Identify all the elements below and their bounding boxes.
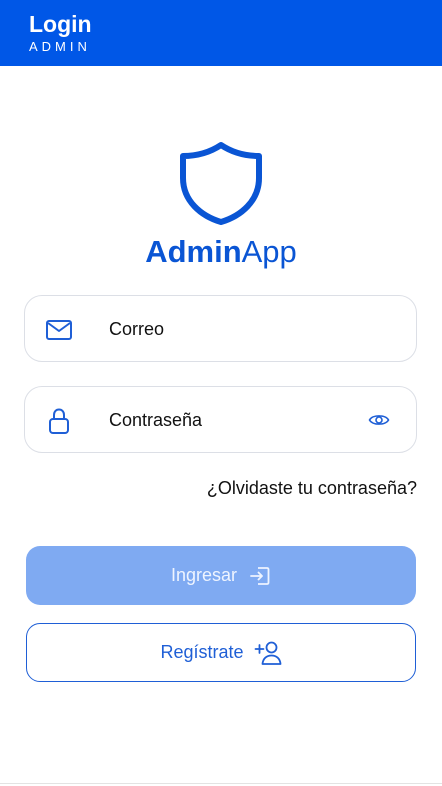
shield-icon (180, 142, 262, 225)
login-screen: Login ADMIN AdminApp ¿Olvidaste tu contr… (0, 0, 442, 786)
bottom-divider (0, 783, 442, 784)
app-header: Login ADMIN (0, 0, 442, 66)
forgot-password-link[interactable]: ¿Olvidaste tu contraseña? (207, 477, 417, 499)
brand-title: AdminApp (0, 233, 442, 271)
header-subtitle: ADMIN (29, 39, 91, 54)
register-button[interactable]: Regístrate (26, 623, 416, 682)
lock-icon (49, 408, 69, 434)
add-user-icon (254, 641, 281, 665)
login-button[interactable]: Ingresar (26, 546, 416, 605)
password-input[interactable] (109, 401, 349, 439)
eye-icon[interactable] (368, 411, 390, 429)
brand-title-bold: Admin (145, 234, 242, 269)
login-icon (250, 566, 270, 585)
password-field[interactable] (24, 386, 417, 453)
email-input[interactable] (109, 310, 349, 348)
brand-title-regular: App (241, 234, 297, 269)
email-field[interactable] (24, 295, 417, 362)
login-button-label: Ingresar (170, 565, 238, 585)
header-title: Login (29, 11, 92, 37)
register-button-label: Regístrate (160, 642, 244, 662)
mail-icon (46, 320, 72, 340)
